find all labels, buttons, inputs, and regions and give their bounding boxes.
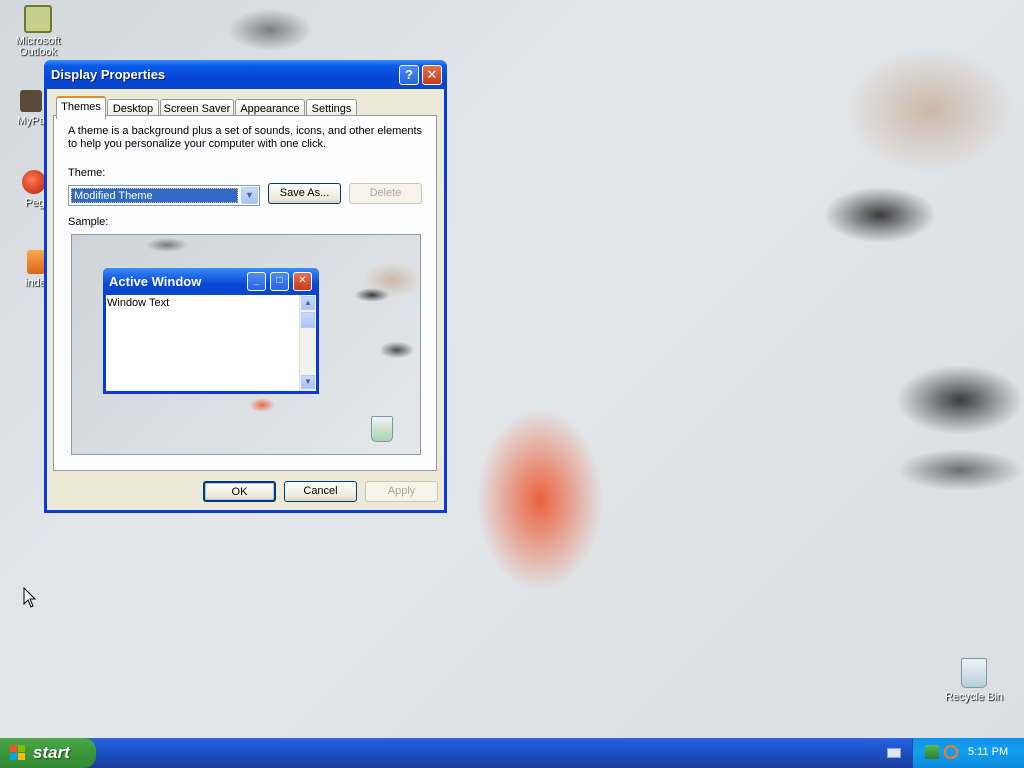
theme-dropdown[interactable]: Modified Theme ▼: [68, 185, 260, 206]
help-button[interactable]: ?: [399, 65, 419, 85]
sample-label: Sample:: [68, 216, 109, 228]
file-icon: [27, 250, 45, 274]
sample-window-text: Window Text: [107, 297, 170, 309]
close-button[interactable]: ✕: [422, 65, 442, 85]
desktop-icon-outlook[interactable]: Microsoft Outlook: [3, 5, 73, 58]
desktop-icon-label: Recycle Bin: [944, 691, 1004, 703]
start-button[interactable]: start: [0, 738, 96, 768]
sample-recycle-bin-icon: [371, 416, 393, 442]
desktop-icon-mypa[interactable]: MyPa: [0, 90, 45, 127]
scroll-down-icon: ▼: [301, 375, 315, 389]
sample-active-window: Active Window _ □ ✕ Window Text ▲ ▼: [103, 268, 319, 394]
desktop-icon-label: Microsoft Outlook: [15, 35, 61, 58]
start-label: start: [33, 743, 70, 762]
desktop-icon-inde[interactable]: inde: [0, 250, 46, 289]
outlook-icon: [24, 5, 52, 33]
apply-button[interactable]: Apply: [365, 481, 438, 502]
maximize-icon: □: [270, 272, 289, 291]
save-as-button[interactable]: Save As...: [268, 183, 341, 204]
ok-button[interactable]: OK: [203, 481, 276, 502]
display-properties-window: Display Properties ? ✕ Themes Desktop Sc…: [44, 60, 447, 513]
network-icon[interactable]: [925, 745, 939, 759]
taskbar: start 5:11 PM: [0, 738, 1024, 768]
scroll-thumb: [301, 312, 315, 328]
desktop-icon-label: inde: [25, 277, 46, 289]
keyboard-icon[interactable]: [887, 748, 901, 758]
delete-button[interactable]: Delete: [349, 183, 422, 204]
clock[interactable]: 5:11 PM: [968, 746, 1008, 758]
recycle-bin-icon: [961, 658, 987, 688]
cancel-button[interactable]: Cancel: [284, 481, 357, 502]
sample-window-title: Active Window: [109, 274, 202, 289]
sample-scrollbar: ▲ ▼: [299, 295, 316, 391]
chevron-down-icon[interactable]: ▼: [241, 187, 258, 204]
tab-themes[interactable]: Themes: [56, 96, 106, 119]
desktop-icon-recycle-bin[interactable]: Recycle Bin: [939, 658, 1009, 703]
title-bar[interactable]: Display Properties ? ✕: [44, 60, 447, 89]
themes-panel: A theme is a background plus a set of so…: [53, 115, 437, 471]
system-tray: 5:11 PM: [912, 738, 1024, 768]
sample-window-client: Window Text ▲ ▼: [106, 295, 316, 391]
sample-title-bar: Active Window _ □ ✕: [103, 268, 319, 295]
search-icon[interactable]: [944, 745, 958, 759]
minimize-icon: _: [247, 272, 266, 291]
game-icon: [22, 170, 46, 194]
theme-sample-preview: Active Window _ □ ✕ Window Text ▲ ▼: [71, 234, 421, 455]
scroll-up-icon: ▲: [301, 296, 315, 310]
dialog-client: Themes Desktop Screen Saver Appearance S…: [47, 89, 444, 510]
shortcut-icon: [20, 90, 42, 112]
desktop-icon-label: Peg: [25, 197, 45, 209]
close-icon: ✕: [293, 272, 312, 291]
theme-label: Theme:: [68, 167, 106, 179]
desktop-icon-peg[interactable]: Peg: [0, 170, 46, 209]
theme-dropdown-value: Modified Theme: [71, 188, 238, 203]
mouse-cursor-icon: [23, 587, 37, 608]
windows-logo-icon: [10, 745, 25, 760]
desktop-icon-label: MyPa: [17, 115, 46, 127]
window-title: Display Properties: [51, 67, 166, 82]
theme-description: A theme is a background plus a set of so…: [68, 125, 423, 150]
